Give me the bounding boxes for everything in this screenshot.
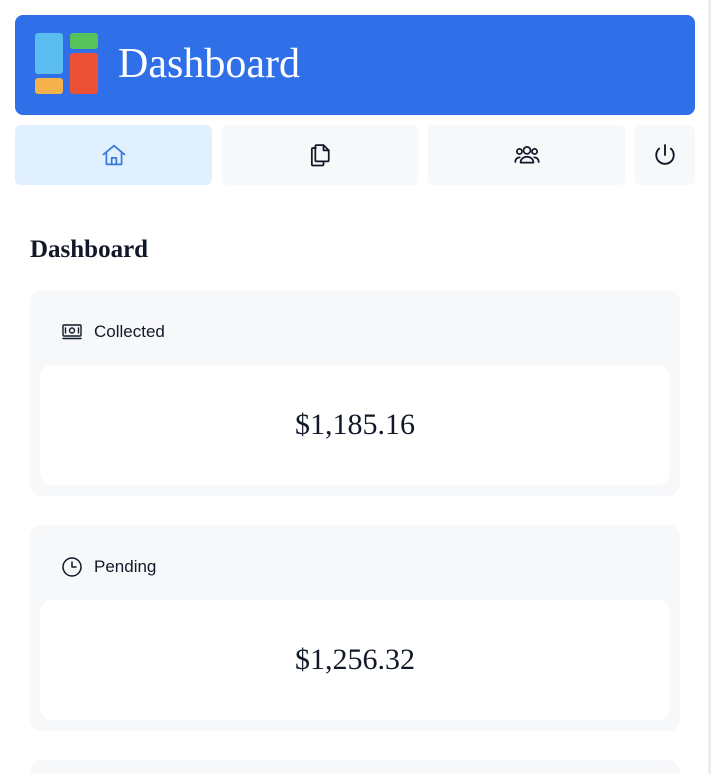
app-logo — [35, 33, 99, 97]
collected-value-box: $1,185.16 — [40, 365, 670, 485]
pending-value: $1,256.32 — [295, 643, 415, 676]
tab-documents[interactable] — [222, 125, 418, 185]
collected-card-header: Collected — [60, 320, 165, 344]
home-icon — [102, 144, 125, 166]
page-title: Dashboard — [30, 236, 149, 263]
collected-card: Collected $1,185.16 — [30, 290, 680, 496]
documents-icon — [310, 144, 330, 167]
app-title: Dashboard — [118, 41, 300, 87]
pending-label: Pending — [94, 557, 157, 576]
app-header: Dashboard — [15, 15, 695, 115]
pending-card: Pending $1,256.32 — [30, 525, 680, 731]
page: Dashboard Dashboard Collected $1,185.16 … — [0, 0, 711, 774]
banknote-icon — [62, 324, 82, 340]
pending-card-header: Pending — [60, 555, 156, 579]
collected-value: $1,185.16 — [295, 408, 415, 441]
pending-value-box: $1,256.32 — [40, 600, 670, 720]
power-icon — [655, 144, 675, 165]
tab-power[interactable] — [635, 125, 695, 185]
tab-users[interactable] — [428, 125, 625, 185]
clock-icon — [62, 557, 82, 577]
users-icon — [513, 145, 540, 164]
collected-label: Collected — [94, 322, 165, 341]
next-card-partial — [30, 760, 680, 774]
tab-home[interactable] — [15, 125, 212, 185]
